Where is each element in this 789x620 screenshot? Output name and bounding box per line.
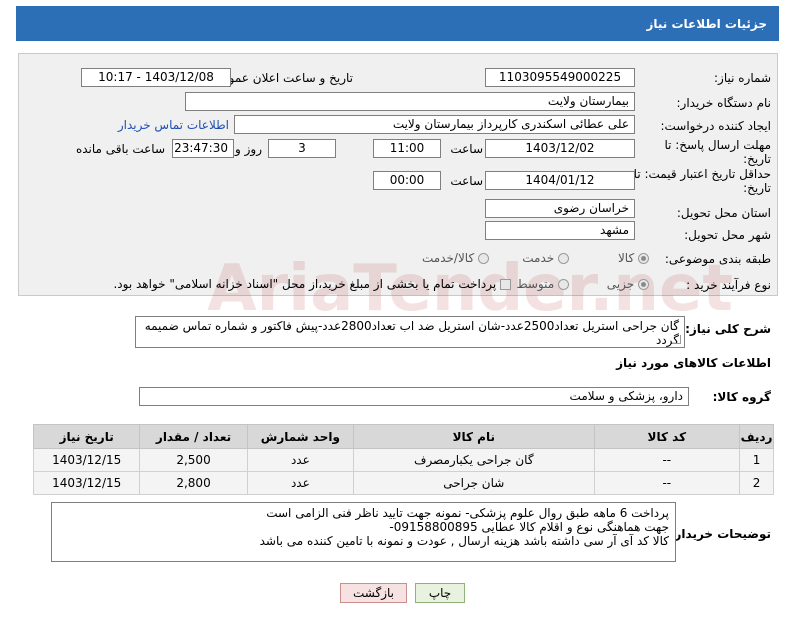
table-row[interactable]: 1 -- گان جراحی یکبارمصرف عدد 2,500 1403/… <box>32 448 774 472</box>
goods-group-field[interactable]: دارو، پزشکی و سلامت <box>139 387 689 406</box>
table-row[interactable]: 2 -- شان جراحی عدد 2,800 1403/12/15 <box>32 471 774 495</box>
radio-service[interactable] <box>558 253 569 264</box>
col-qty: تعداد / مقدار <box>139 424 248 449</box>
deadline-label-date: تاریخ: <box>743 152 771 166</box>
deadline-time-field[interactable]: 11:00 <box>373 139 441 158</box>
need-number-field[interactable]: 1103095549000225 <box>485 68 635 87</box>
cell-code: -- <box>593 448 741 472</box>
province-label: استان محل تحویل: <box>676 206 771 220</box>
deadline-time-label: ساعت <box>450 142 483 156</box>
cell-row: 2 <box>739 471 774 495</box>
cell-row: 1 <box>739 448 774 472</box>
need-number-label: شماره نیاز: <box>714 71 771 85</box>
cell-unit: عدد <box>246 471 355 495</box>
process-option-medium[interactable]: متوسط <box>516 277 569 291</box>
province-field[interactable]: خراسان رضوی <box>485 199 635 218</box>
remaining-time-field[interactable]: 23:47:30 <box>172 139 234 158</box>
validity-label-date: تاریخ: <box>743 181 771 195</box>
buyer-notes-label: توضیحات خریدار: <box>669 527 771 541</box>
category-option-both[interactable]: کالا/خدمت <box>422 251 489 265</box>
validity-time-label: ساعت <box>450 174 483 188</box>
page-title-bar: جزئیات اطلاعات نیاز <box>16 6 779 41</box>
deadline-label: مهلت ارسال پاسخ: تا <box>664 138 771 152</box>
cell-qty: 2,800 <box>139 471 248 495</box>
validity-date-field[interactable]: 1404/01/12 <box>485 171 635 190</box>
description-field[interactable]: گان جراحی استریل تعداد2500عدد-شان استریل… <box>135 316 685 348</box>
col-unit: واحد شمارش <box>246 424 355 449</box>
category-label: طبقه بندی موضوعی: <box>664 252 771 266</box>
city-label: شهر محل تحویل: <box>684 228 771 242</box>
requester-field[interactable]: علی عطائی اسکندری کارپرداز بیمارستان ولا… <box>234 115 635 134</box>
process-option-minor-label: جزیی <box>606 277 635 291</box>
back-button[interactable]: بازگشت <box>340 583 407 603</box>
process-label: نوع فرآیند خرید : <box>686 278 771 292</box>
description-text: گان جراحی استریل تعداد2500عدد-شان استریل… <box>144 319 679 347</box>
radio-both[interactable] <box>478 253 489 264</box>
process-option-medium-label: متوسط <box>516 277 555 291</box>
goods-section-title: اطلاعات کالاهای مورد نیاز <box>616 356 771 370</box>
cell-date: 1403/12/15 <box>32 448 141 472</box>
cell-name: گان جراحی یکبارمصرف <box>353 448 595 472</box>
cell-name: شان جراحی <box>353 471 595 495</box>
remaining-label: ساعت باقی مانده <box>75 142 165 156</box>
goods-table: ردیف کد کالا نام کالا واحد شمارش تعداد /… <box>32 424 774 495</box>
col-name: نام کالا <box>353 424 595 449</box>
buyer-org-field[interactable]: بیمارستان ولایت <box>185 92 635 111</box>
goods-table-header: ردیف کد کالا نام کالا واحد شمارش تعداد /… <box>32 424 774 449</box>
category-option-service[interactable]: خدمت <box>522 251 569 265</box>
col-code: کد کالا <box>593 424 741 449</box>
goods-group-label: گروه کالا: <box>712 390 771 404</box>
treasury-payment-option[interactable]: پرداخت تمام یا بخشی از مبلغ خرید،از محل … <box>113 277 511 291</box>
treasury-checkbox[interactable] <box>500 279 511 290</box>
radio-goods[interactable] <box>638 253 649 264</box>
cell-date: 1403/12/15 <box>32 471 141 495</box>
col-row: ردیف <box>739 424 774 449</box>
resize-handle[interactable] <box>672 335 681 344</box>
validity-label: حداقل تاریخ اعتبار قیمت: تا <box>633 167 771 181</box>
category-option-service-label: خدمت <box>522 251 555 265</box>
cell-code: -- <box>593 471 741 495</box>
category-option-goods[interactable]: کالا <box>618 251 649 265</box>
buyer-contact-link[interactable]: اطلاعات تماس خریدار <box>118 118 229 132</box>
city-field[interactable]: مشهد <box>485 221 635 240</box>
col-date: تاریخ نیاز <box>32 424 141 449</box>
deadline-date-field[interactable]: 1403/12/02 <box>485 139 635 158</box>
cell-unit: عدد <box>246 448 355 472</box>
days-label: روز و <box>235 142 262 156</box>
category-option-both-label: کالا/خدمت <box>421 251 475 265</box>
print-button[interactable]: چاپ <box>415 583 465 603</box>
treasury-payment-note: پرداخت تمام یا بخشی از مبلغ خرید،از محل … <box>113 277 497 291</box>
cell-qty: 2,500 <box>139 448 248 472</box>
page-title: جزئیات اطلاعات نیاز <box>646 16 767 31</box>
validity-time-field[interactable]: 00:00 <box>373 171 441 190</box>
days-field[interactable]: 3 <box>268 139 336 158</box>
announce-field[interactable]: 1403/12/08 - 10:17 <box>81 68 231 87</box>
requester-label: ایجاد کننده درخواست: <box>660 119 771 133</box>
radio-minor[interactable] <box>638 279 649 290</box>
process-option-minor[interactable]: جزیی <box>607 277 649 291</box>
category-option-goods-label: کالا <box>617 251 635 265</box>
radio-medium[interactable] <box>558 279 569 290</box>
description-label: شرح کلی نیاز: <box>685 322 771 336</box>
buyer-notes-field[interactable]: پرداخت 6 ماهه طبق روال علوم پزشکی- نمونه… <box>51 502 676 562</box>
buyer-org-label: نام دستگاه خریدار: <box>676 96 772 110</box>
